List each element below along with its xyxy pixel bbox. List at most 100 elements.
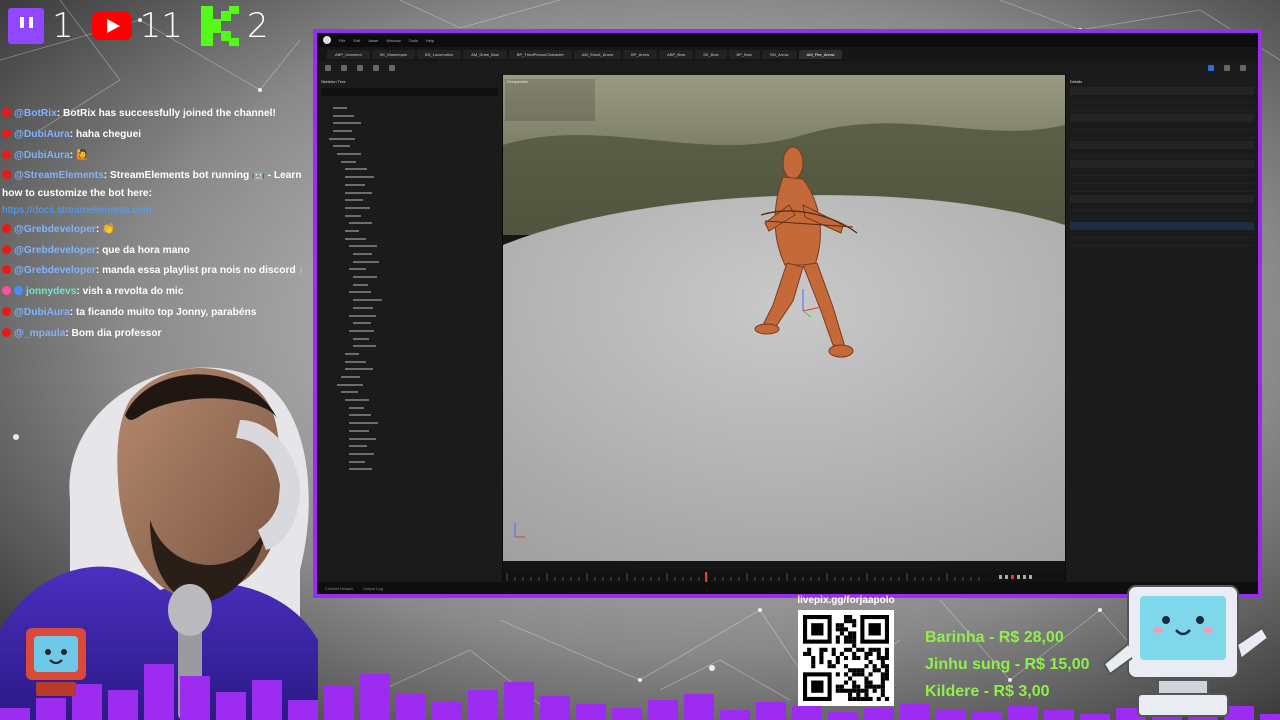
- tree-row[interactable]: [321, 127, 498, 135]
- details-row[interactable]: [1070, 230, 1254, 238]
- editor-tab[interactable]: BP_Arrow: [623, 49, 658, 59]
- details-row[interactable]: [1070, 203, 1254, 211]
- details-row[interactable]: [1070, 130, 1254, 138]
- details-row[interactable]: [1070, 149, 1254, 157]
- tree-row[interactable]: [321, 273, 498, 281]
- animation-viewport[interactable]: Perspective: [503, 75, 1065, 582]
- editor-tab[interactable]: AM_Shoot_Arrow: [573, 49, 622, 59]
- animation-timeline[interactable]: [503, 570, 1065, 582]
- bone-icon: [345, 237, 366, 240]
- tree-row[interactable]: [321, 173, 498, 181]
- details-section[interactable]: [1070, 141, 1254, 149]
- editor-tab[interactable]: BP_Bow: [728, 49, 760, 59]
- details-row[interactable]: [1070, 211, 1254, 219]
- details-row[interactable]: [1070, 95, 1254, 103]
- tree-search-input[interactable]: [321, 88, 498, 96]
- mode-toggle-icon[interactable]: [1208, 65, 1214, 71]
- tree-row[interactable]: [321, 358, 498, 366]
- details-row[interactable]: [1070, 176, 1254, 184]
- tree-row[interactable]: [321, 150, 498, 158]
- tree-row[interactable]: [321, 412, 498, 420]
- tree-row[interactable]: [321, 158, 498, 166]
- settings-icon[interactable]: [1224, 65, 1230, 71]
- tree-row[interactable]: [321, 388, 498, 396]
- tree-row[interactable]: [321, 335, 498, 343]
- menu-item[interactable]: File: [339, 38, 345, 43]
- tree-row[interactable]: [321, 427, 498, 435]
- tree-row[interactable]: [321, 350, 498, 358]
- menu-item[interactable]: Window: [386, 38, 400, 43]
- save-icon[interactable]: [325, 65, 331, 71]
- menu-item[interactable]: Help: [426, 38, 434, 43]
- tree-row[interactable]: [321, 181, 498, 189]
- tree-row[interactable]: [321, 112, 498, 120]
- details-row[interactable]: [1070, 122, 1254, 130]
- more-icon[interactable]: [1240, 65, 1246, 71]
- editor-tab[interactable]: ABP_Unarmed: [327, 49, 370, 59]
- editor-tab[interactable]: ABP_Bow: [659, 49, 694, 59]
- tree-row[interactable]: [321, 396, 498, 404]
- mesh-icon[interactable]: [373, 65, 379, 71]
- tree-row[interactable]: [321, 242, 498, 250]
- details-row[interactable]: [1070, 103, 1254, 111]
- output-log-button[interactable]: Output Log: [363, 586, 383, 591]
- tree-row[interactable]: [321, 458, 498, 466]
- tree-row[interactable]: [321, 312, 498, 320]
- tree-row[interactable]: [321, 250, 498, 258]
- details-section[interactable]: [1070, 160, 1254, 168]
- tree-row[interactable]: [321, 235, 498, 243]
- editor-tab[interactable]: SM_Arrow: [761, 49, 797, 59]
- content-drawer-button[interactable]: Content Drawer: [325, 586, 353, 591]
- menu-item[interactable]: Edit: [353, 38, 360, 43]
- tree-row[interactable]: [321, 258, 498, 266]
- details-section[interactable]: [1070, 222, 1254, 230]
- editor-tab[interactable]: SK_Bow: [695, 49, 727, 59]
- tree-row[interactable]: [321, 227, 498, 235]
- tree-row[interactable]: [321, 381, 498, 389]
- tree-row[interactable]: [321, 212, 498, 220]
- tree-row[interactable]: [321, 281, 498, 289]
- tree-row[interactable]: [321, 104, 498, 112]
- details-section[interactable]: [1070, 114, 1254, 122]
- tree-row[interactable]: [321, 342, 498, 350]
- tree-row[interactable]: [321, 265, 498, 273]
- menu-item[interactable]: Tools: [409, 38, 418, 43]
- details-section[interactable]: [1070, 87, 1254, 95]
- tree-row[interactable]: [321, 365, 498, 373]
- tree-row[interactable]: [321, 404, 498, 412]
- editor-tab[interactable]: AM_Draw_Bow: [463, 49, 507, 59]
- tree-row[interactable]: [321, 196, 498, 204]
- tree-row[interactable]: [321, 166, 498, 174]
- menu-item[interactable]: Asset: [368, 38, 378, 43]
- chat-link[interactable]: https://docs.streamelements.com: [2, 205, 151, 216]
- tree-row[interactable]: [321, 319, 498, 327]
- tree-row[interactable]: [321, 189, 498, 197]
- tree-row[interactable]: [321, 304, 498, 312]
- tree-row[interactable]: [321, 142, 498, 150]
- editor-tab[interactable]: AM_Fire_Arrow: [798, 49, 843, 59]
- tree-row[interactable]: [321, 450, 498, 458]
- tree-row[interactable]: [321, 442, 498, 450]
- details-section[interactable]: [1070, 195, 1254, 203]
- tree-row[interactable]: [321, 465, 498, 473]
- animation-icon[interactable]: [389, 65, 395, 71]
- tree-row[interactable]: [321, 204, 498, 212]
- editor-tab[interactable]: SK_Mannequin: [371, 49, 416, 59]
- tree-row[interactable]: [321, 219, 498, 227]
- editor-tab[interactable]: BP_ThirdPersonCharacter: [508, 49, 572, 59]
- skeleton-icon[interactable]: [357, 65, 363, 71]
- details-row[interactable]: [1070, 184, 1254, 192]
- details-row[interactable]: [1070, 168, 1254, 176]
- tree-row[interactable]: [321, 119, 498, 127]
- tree-row[interactable]: [321, 289, 498, 297]
- tree-row[interactable]: [321, 327, 498, 335]
- tree-row[interactable]: [321, 296, 498, 304]
- details-row[interactable]: [1070, 238, 1254, 246]
- tree-row[interactable]: [321, 435, 498, 443]
- tree-row[interactable]: [321, 419, 498, 427]
- editor-tab[interactable]: BS_Locomotion: [417, 49, 462, 59]
- donation-qr-code[interactable]: [798, 610, 894, 706]
- tree-row[interactable]: [321, 135, 498, 143]
- tree-row[interactable]: [321, 373, 498, 381]
- browse-icon[interactable]: [341, 65, 347, 71]
